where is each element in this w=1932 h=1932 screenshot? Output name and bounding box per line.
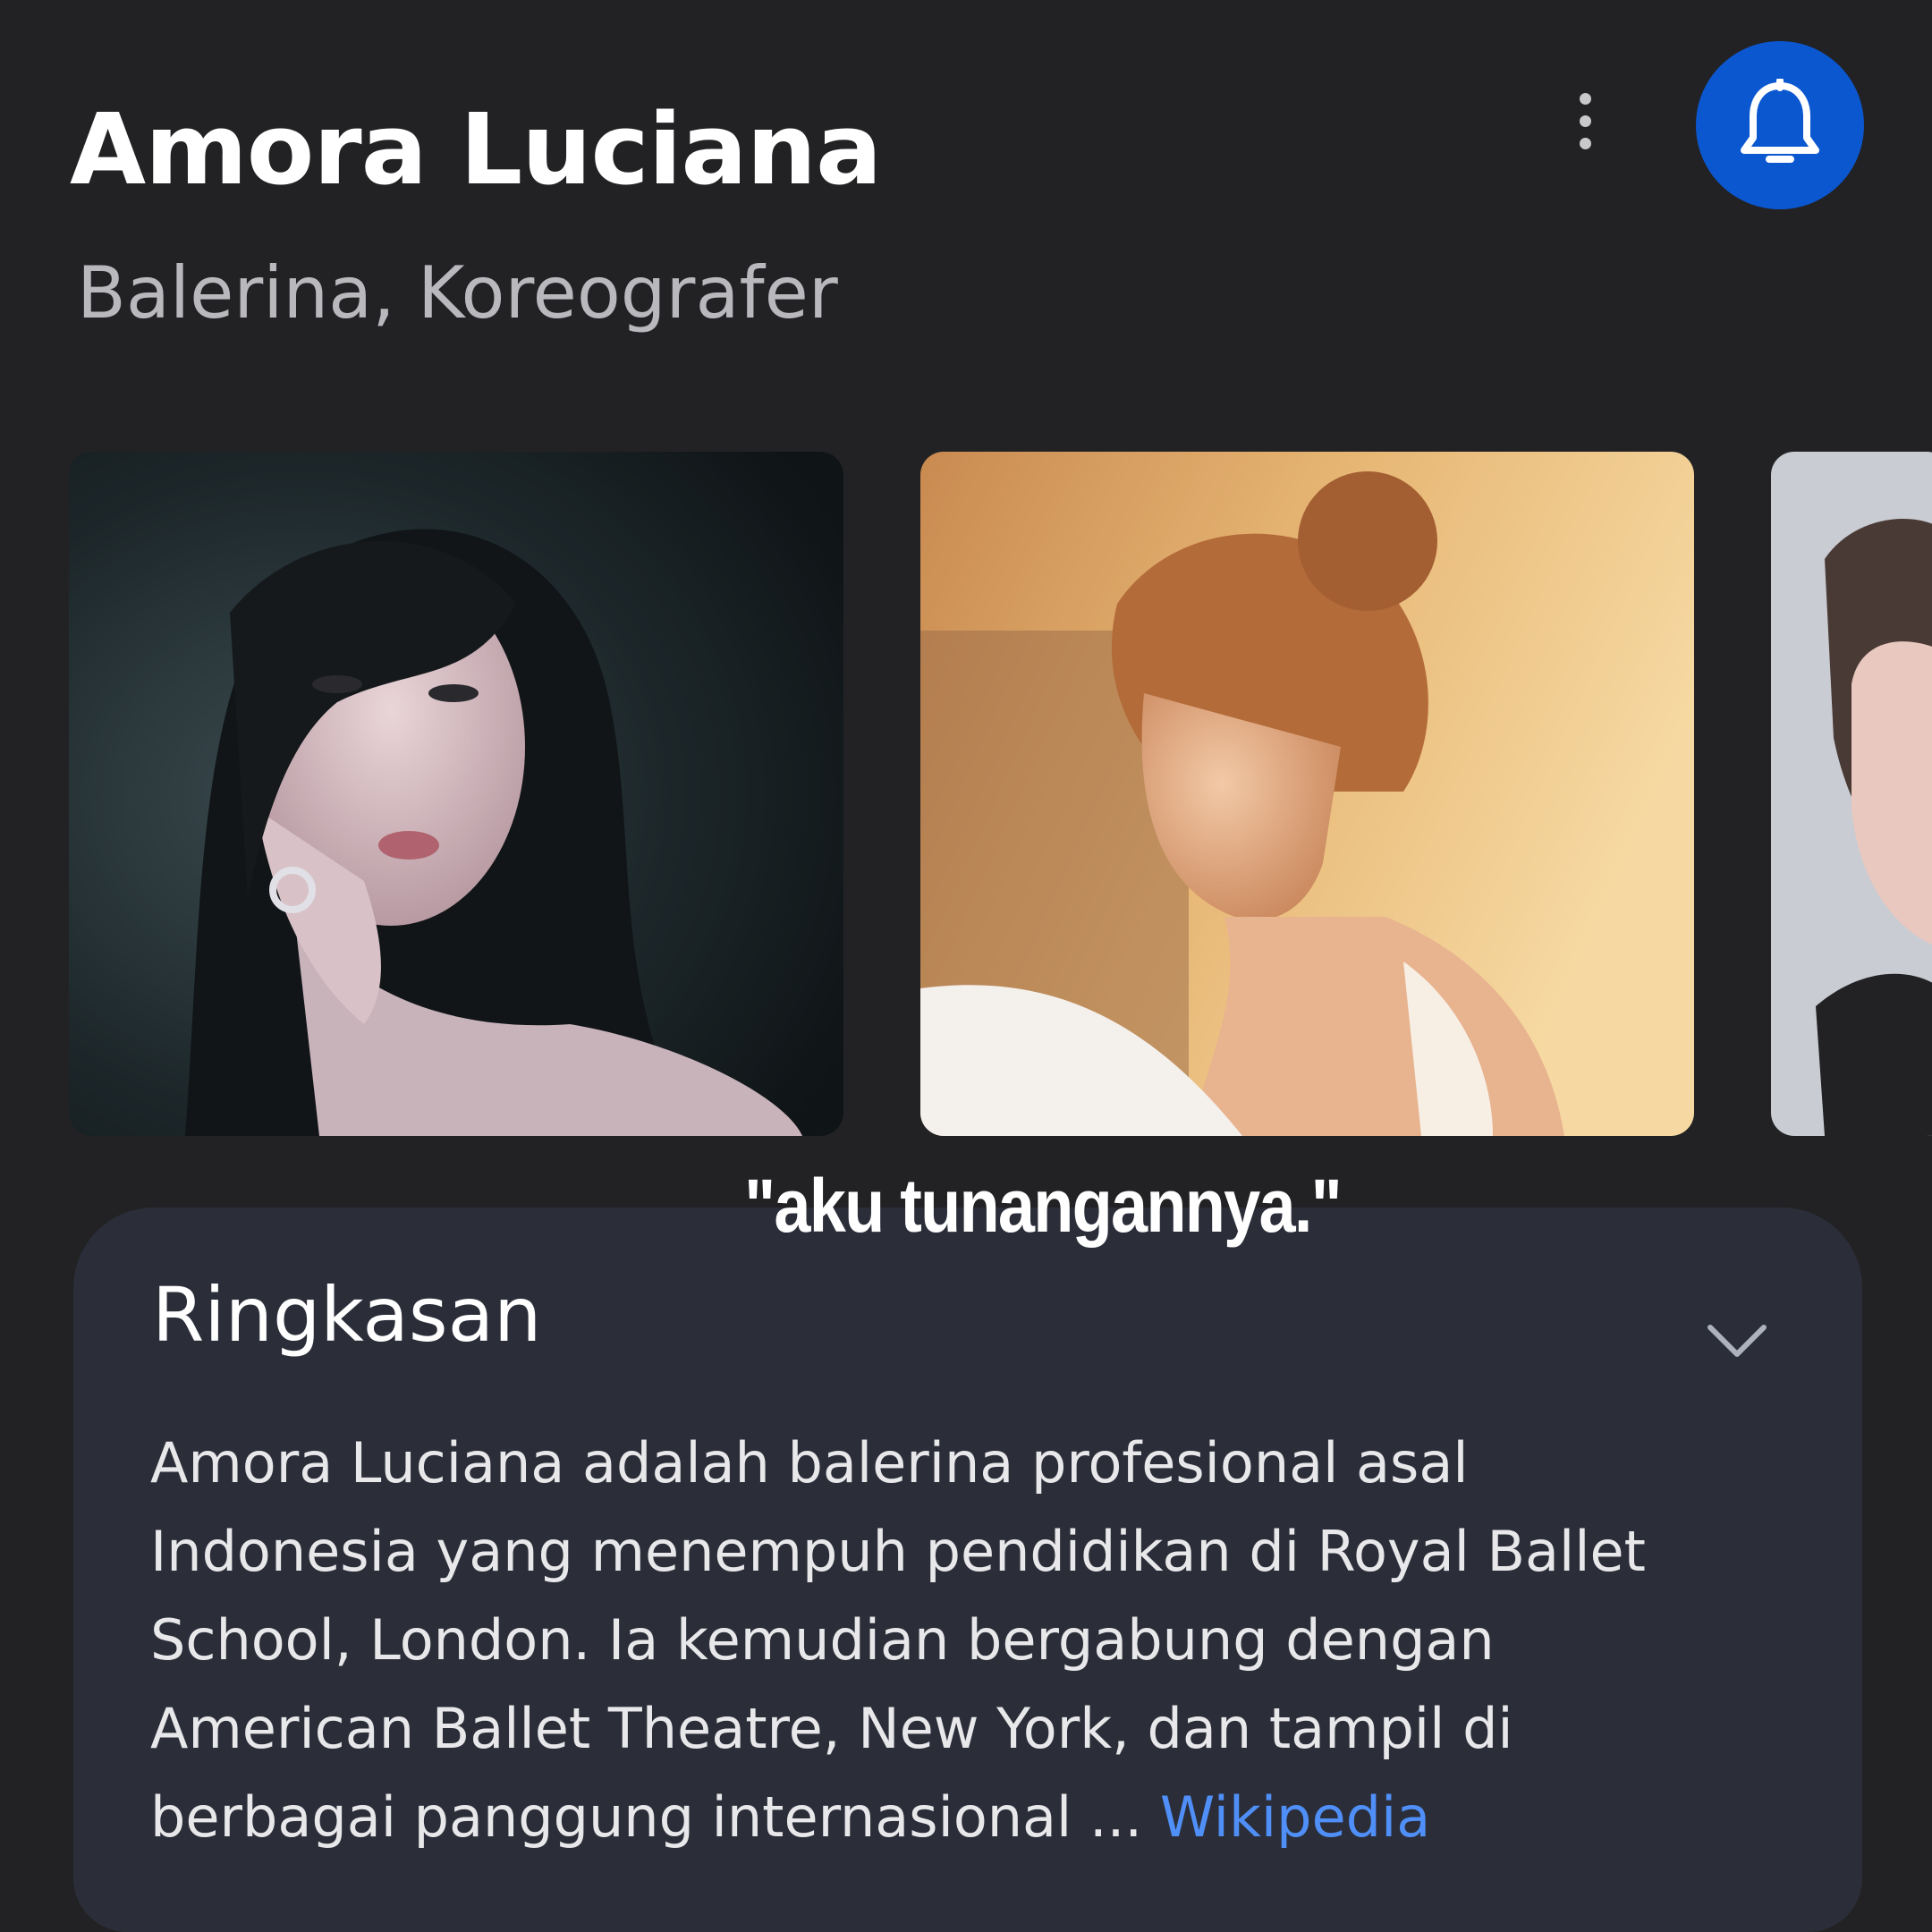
more-vert-icon-dot xyxy=(1579,137,1591,149)
photo-thumbnail[interactable] xyxy=(1771,452,1932,1136)
page-title: Amora Luciana xyxy=(70,92,882,207)
portrait-photo-warm xyxy=(920,452,1694,1136)
notify-button[interactable] xyxy=(1696,41,1864,209)
summary-text: Amora Luciana adalah balerina profesiona… xyxy=(150,1419,1814,1861)
summary-line-last: berbagai panggung internasional ... Wiki… xyxy=(150,1773,1814,1861)
photo-thumbnail[interactable] xyxy=(920,452,1694,1136)
summary-line: School, London. Ia kemudian bergabung de… xyxy=(150,1607,1495,1673)
chevron-down-icon[interactable] xyxy=(1701,1313,1773,1367)
summary-line: American Ballet Theatre, New York, dan t… xyxy=(150,1696,1513,1761)
summary-line: Amora Luciana adalah balerina profesiona… xyxy=(150,1430,1469,1496)
page-subtitle: Balerina, Koreografer xyxy=(77,251,838,335)
wikipedia-link[interactable]: Wikipedia xyxy=(1160,1784,1430,1850)
photo-thumbnail[interactable] xyxy=(69,452,843,1136)
summary-title: Ringkasan xyxy=(152,1271,542,1359)
more-vert-icon-dot xyxy=(1579,114,1591,127)
more-options-button[interactable] xyxy=(1558,80,1612,161)
summary-line: berbagai panggung internasional ... xyxy=(150,1784,1143,1850)
portrait-photo-dark xyxy=(69,452,843,1136)
portrait-photo-light xyxy=(1771,452,1932,1136)
image-carousel[interactable] xyxy=(0,452,1932,1136)
more-vert-icon xyxy=(1579,92,1591,105)
video-caption: "aku tunangannya." xyxy=(744,1164,1343,1248)
summary-card[interactable]: Ringkasan Amora Luciana adalah balerina … xyxy=(73,1208,1862,1932)
summary-line: Indonesia yang menempuh pendidikan di Ro… xyxy=(150,1519,1646,1584)
bell-icon xyxy=(1741,79,1819,163)
